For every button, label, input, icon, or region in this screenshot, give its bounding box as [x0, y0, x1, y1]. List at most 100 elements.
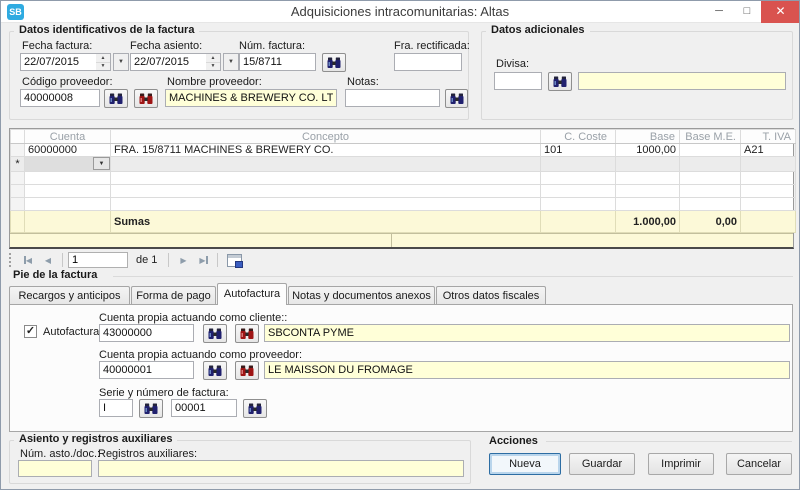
empty-cell[interactable]: [25, 172, 111, 185]
cell-base-me[interactable]: [680, 157, 741, 172]
divisa-input[interactable]: [494, 72, 542, 90]
tab-recargos-y-anticipos[interactable]: Recargos y anticipos: [9, 286, 130, 305]
grid-view-button[interactable]: [223, 254, 245, 267]
next-record-button[interactable]: ▶: [174, 252, 192, 268]
empty-cell[interactable]: [111, 198, 541, 211]
cuenta-combo-button[interactable]: ▼: [93, 157, 110, 170]
empty-cell[interactable]: [541, 185, 616, 198]
binoculars-icon: [109, 93, 123, 105]
serie-numero-label: Serie y número de factura:: [99, 387, 229, 399]
empty-cell[interactable]: [616, 172, 680, 185]
cell-t-iva[interactable]: [741, 157, 796, 172]
spinner-down-icon[interactable]: ▼: [96, 63, 110, 71]
num-asto-display: [18, 460, 92, 477]
cell-base-me[interactable]: [680, 144, 741, 157]
tab-notas-y-documentos-anexos[interactable]: Notas y documentos anexos: [288, 286, 435, 305]
maximize-icon: □: [744, 5, 751, 17]
guardar-button[interactable]: Guardar: [569, 453, 635, 475]
numero-search-button[interactable]: [243, 399, 267, 418]
cell-base[interactable]: 1000,00: [616, 144, 680, 157]
cell-cuenta-editor[interactable]: ▼: [25, 157, 111, 172]
record-count-label: de 1: [136, 254, 157, 266]
proveedor-cuenta-input[interactable]: [99, 361, 194, 379]
fecha-factura-calendar-dropdown[interactable]: ▼: [113, 53, 129, 71]
proveedor-new-search-button[interactable]: [235, 361, 259, 380]
maximize-button[interactable]: □: [733, 1, 761, 23]
empty-cell[interactable]: [541, 198, 616, 211]
empty-cell[interactable]: [741, 172, 796, 185]
grid-header-row: Cuenta Concepto C. Coste Base Base M.E. …: [11, 130, 796, 144]
autofactura-panel: ✓ Autofactura Cuenta propia actuando com…: [9, 304, 793, 432]
codigo-proveedor-new-search-button[interactable]: [134, 89, 158, 108]
empty-cell[interactable]: [25, 185, 111, 198]
cliente-cuenta-input[interactable]: [99, 324, 194, 342]
empty-cell[interactable]: [541, 172, 616, 185]
nombre-proveedor-display: [165, 89, 337, 107]
cell-concepto[interactable]: [111, 157, 541, 172]
empty-cell[interactable]: [616, 198, 680, 211]
fecha-asiento-input[interactable]: [130, 53, 207, 71]
fecha-factura-input[interactable]: [20, 53, 97, 71]
first-record-button[interactable]: ◀: [19, 252, 37, 268]
nueva-button[interactable]: Nueva: [489, 453, 561, 475]
binoculars-icon: [450, 93, 464, 105]
drag-grip-icon[interactable]: [9, 253, 13, 267]
notas-input[interactable]: [345, 89, 440, 107]
close-button[interactable]: ✕: [761, 1, 800, 23]
empty-cell[interactable]: [741, 185, 796, 198]
cancelar-button[interactable]: Cancelar: [726, 453, 792, 475]
binoculars-icon: [327, 57, 341, 69]
tab-forma-de-pago[interactable]: Forma de pago: [131, 286, 216, 305]
numero-factura-input[interactable]: [171, 399, 237, 417]
proveedor-search-button[interactable]: [203, 361, 227, 380]
serie-search-button[interactable]: [139, 399, 163, 418]
tab-otros-datos-fiscales[interactable]: Otros datos fiscales: [436, 286, 546, 305]
autofactura-checkbox[interactable]: ✓: [24, 325, 37, 338]
cell-c-coste[interactable]: [541, 157, 616, 172]
imprimir-button[interactable]: Imprimir: [648, 453, 714, 475]
serie-input[interactable]: [99, 399, 133, 417]
cell-base[interactable]: [616, 157, 680, 172]
previous-record-button[interactable]: ◀: [39, 252, 57, 268]
empty-cell[interactable]: [680, 172, 741, 185]
cell-cuenta[interactable]: 60000000: [25, 144, 111, 157]
fra-rectificada-input[interactable]: [394, 53, 462, 71]
record-number-input[interactable]: [68, 252, 128, 268]
fecha-factura-spinner[interactable]: ▲ ▼: [96, 53, 111, 71]
cliente-new-search-button[interactable]: [235, 324, 259, 343]
group-caption: Datos adicionales: [486, 24, 590, 36]
empty-cell[interactable]: [680, 185, 741, 198]
tab-autofactura[interactable]: Autofactura: [217, 283, 287, 305]
check-icon: ✓: [26, 325, 35, 337]
table-icon: [227, 254, 242, 267]
cell-t-iva[interactable]: A21: [741, 144, 796, 157]
empty-cell[interactable]: [25, 198, 111, 211]
num-factura-search-button[interactable]: [322, 53, 346, 72]
spinner-up-icon[interactable]: ▲: [96, 54, 110, 63]
notas-search-button[interactable]: [445, 89, 468, 108]
empty-cell[interactable]: [111, 185, 541, 198]
spinner-down-icon[interactable]: ▼: [206, 63, 220, 71]
column-header-base: Base: [616, 130, 680, 144]
cell-c-coste[interactable]: 101: [541, 144, 616, 157]
empty-cell[interactable]: [741, 198, 796, 211]
cliente-search-button[interactable]: [203, 324, 227, 343]
last-record-button[interactable]: ▶: [194, 252, 212, 268]
minimize-button[interactable]: ─: [705, 1, 733, 23]
codigo-proveedor-input[interactable]: [20, 89, 100, 107]
empty-cell[interactable]: [616, 185, 680, 198]
spinner-up-icon[interactable]: ▲: [206, 54, 220, 63]
num-factura-input[interactable]: [239, 53, 316, 71]
last-record-icon: [206, 256, 208, 264]
empty-cell[interactable]: [680, 198, 741, 211]
group-caption: Asiento y registros auxiliares: [14, 433, 177, 445]
cell-concepto[interactable]: FRA. 15/8711 MACHINES & BREWERY CO.: [111, 144, 541, 157]
minimize-icon: ─: [715, 5, 723, 17]
fecha-asiento-spinner[interactable]: ▲ ▼: [206, 53, 221, 71]
sums-row: Sumas 1.000,00 0,00: [11, 211, 796, 233]
codigo-proveedor-search-button[interactable]: [104, 89, 128, 108]
fecha-asiento-calendar-dropdown[interactable]: ▼: [223, 53, 239, 71]
divisa-search-button[interactable]: [548, 72, 572, 91]
empty-cell[interactable]: [111, 172, 541, 185]
grid-horizontal-scrollbar[interactable]: [10, 233, 793, 247]
